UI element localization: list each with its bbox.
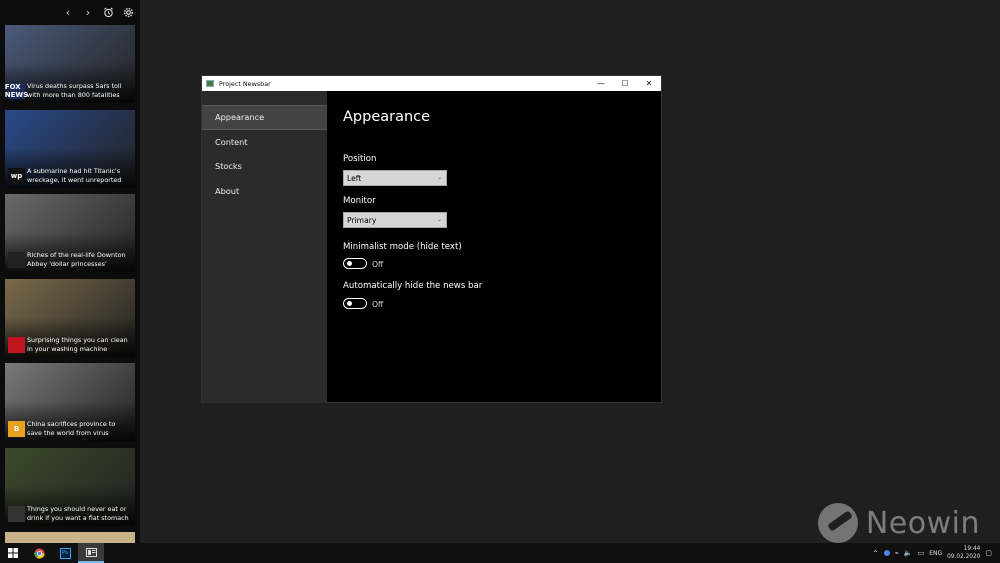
neowin-watermark: Neowin <box>817 503 980 543</box>
nav-item-stocks[interactable]: Stocks <box>202 154 327 179</box>
chrome-icon[interactable] <box>26 543 52 563</box>
chevron-right-icon[interactable]: › <box>82 6 94 18</box>
minimalist-toggle[interactable] <box>343 258 367 269</box>
source-logo: wp <box>8 167 25 184</box>
alarm-clock-icon[interactable] <box>102 6 114 18</box>
chevron-down-icon: ⌄ <box>436 216 442 223</box>
news-list: FOX NEWS Virus deaths surpass Sars toll w… <box>5 25 135 532</box>
position-value: Left <box>347 173 362 183</box>
system-tray: ⌃ ⌁ 🔈 ▭ ENG 19:44 09.02.2020 ▢ <box>872 543 992 563</box>
position-label: Position <box>343 154 377 164</box>
news-card[interactable]: B China sacrifices province to save the w… <box>5 363 135 441</box>
news-title: China sacrifices province to save the wo… <box>27 420 116 437</box>
watermark-text: Neowin <box>865 505 980 541</box>
chevron-up-icon[interactable]: ⌃ <box>872 549 879 558</box>
newsbar-toolbar: ‹ › <box>0 0 140 24</box>
photoshop-icon[interactable]: Ps <box>52 543 78 563</box>
chevron-left-icon[interactable]: ‹ <box>62 6 74 18</box>
window-title: Project Newsbar <box>219 79 271 88</box>
toggle-knob <box>347 261 352 266</box>
news-title: Surprising things you can clean in your … <box>27 335 128 353</box>
clock-date: 09.02.2020 <box>947 554 981 560</box>
maximize-button[interactable]: ☐ <box>613 76 637 91</box>
source-logo <box>8 336 25 353</box>
settings-nav: Appearance Content Stocks About <box>202 91 327 403</box>
nav-item-about[interactable]: About <box>202 179 327 204</box>
clock-time: 19:44 <box>963 546 981 552</box>
minimalist-state: Off <box>372 260 384 269</box>
news-title: Virus deaths surpass Sars toll with more… <box>27 82 122 99</box>
minimalist-label: Minimalist mode (hide text) <box>343 242 462 252</box>
windows-start-icon[interactable] <box>0 543 26 563</box>
app-icon <box>206 80 214 87</box>
usb-icon[interactable]: ⌁ <box>895 549 899 557</box>
nav-item-label: Appearance <box>215 112 265 123</box>
monitor-value: Primary <box>347 215 377 225</box>
news-title: A submarine had hit Titanic's wreckage, … <box>27 166 122 184</box>
source-logo: FOX NEWS <box>5 83 29 99</box>
nav-item-label: Stocks <box>215 161 242 172</box>
news-card[interactable]: FOX NEWS Virus deaths surpass Sars toll w… <box>5 25 135 103</box>
news-card[interactable]: Things you should never eat or drink if … <box>5 447 135 526</box>
position-select[interactable]: Left ⌄ <box>343 170 447 186</box>
newsbar-app-icon[interactable] <box>78 543 104 563</box>
settings-content: Appearance Position Left ⌄ Monitor Prima… <box>343 91 661 402</box>
settings-window: Project Newsbar — ☐ ✕ Appearance Content… <box>201 75 662 403</box>
monitor-label: Monitor <box>343 196 376 206</box>
gear-icon[interactable] <box>122 6 134 18</box>
taskbar: Ps ⌃ ⌁ 🔈 ▭ ENG 19:44 09.02.2020 ▢ <box>0 543 1000 563</box>
network-icon[interactable]: ▭ <box>918 549 925 557</box>
news-card[interactable]: wp A submarine had hit Titanic's wreckage… <box>5 109 135 188</box>
toggle-knob <box>347 301 352 306</box>
minimize-button[interactable]: — <box>589 76 613 91</box>
autohide-state: Off <box>372 300 384 309</box>
source-logo <box>8 252 25 268</box>
source-logo: B <box>8 421 25 437</box>
monitor-select[interactable]: Primary ⌄ <box>343 212 447 228</box>
language-indicator[interactable]: ENG <box>929 550 942 557</box>
chevron-down-icon: ⌄ <box>436 174 442 181</box>
title-bar[interactable]: Project Newsbar — ☐ ✕ <box>202 76 661 91</box>
nav-item-content[interactable]: Content <box>202 130 327 155</box>
page-title: Appearance <box>343 109 431 125</box>
chrome-tray-icon[interactable] <box>883 550 890 556</box>
neowin-logo <box>817 503 858 543</box>
source-logo <box>8 505 25 522</box>
news-title: Things you should never eat or drink if … <box>27 504 129 522</box>
newsbar-panel: ‹ › FOX NEWS Virus deaths surpass Sars to… <box>0 0 140 543</box>
notification-icon[interactable]: ▢ <box>985 549 992 557</box>
autohide-label: Automatically hide the news bar <box>343 281 483 291</box>
clock[interactable]: 19:44 09.02.2020 <box>947 545 980 561</box>
news-title: Riches of the real-life Downton Abbey 'd… <box>27 251 126 268</box>
close-button[interactable]: ✕ <box>637 76 661 91</box>
news-card[interactable]: Surprising things you can clean in your … <box>5 278 135 357</box>
autohide-toggle[interactable] <box>343 298 367 309</box>
news-card[interactable]: Riches of the real-life Downton Abbey 'd… <box>5 194 135 272</box>
nav-item-label: Content <box>215 136 248 147</box>
news-card-partial[interactable] <box>5 532 135 543</box>
nav-item-label: About <box>215 185 240 196</box>
nav-item-appearance[interactable]: Appearance <box>202 105 327 130</box>
volume-icon[interactable]: 🔈 <box>904 549 913 557</box>
